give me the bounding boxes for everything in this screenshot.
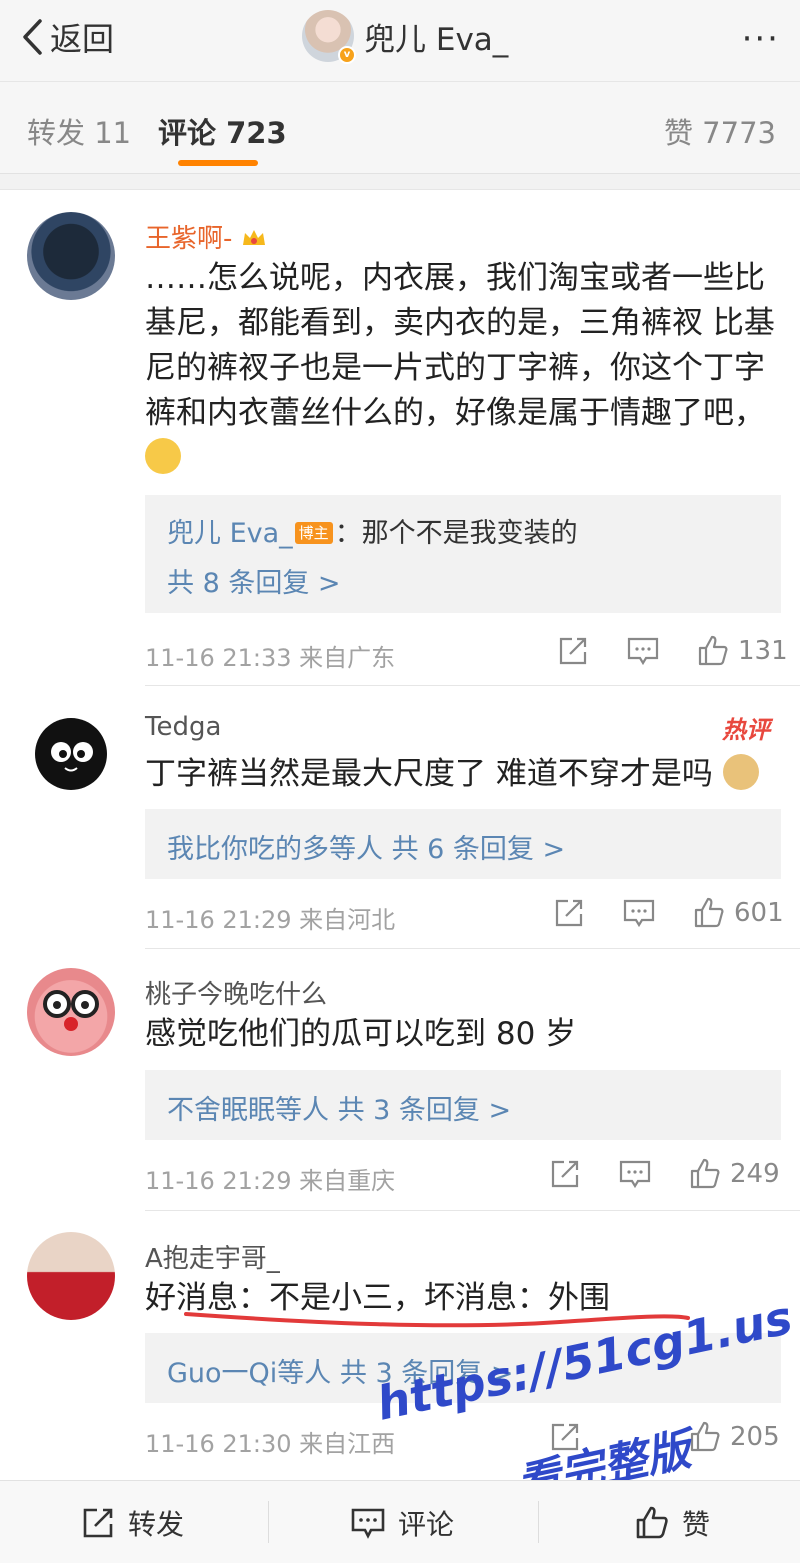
back-button[interactable]: 返回 bbox=[20, 12, 114, 62]
like-count: 601 bbox=[734, 898, 784, 928]
reply-preview[interactable]: 兜儿 Eva_ 博主 ：那个不是我变装的 bbox=[167, 511, 578, 550]
blogger-badge: 博主 bbox=[294, 522, 333, 544]
view-replies-link[interactable]: 我比你吃的多等人 共 6 条回复 > bbox=[167, 827, 565, 866]
post-author[interactable]: v 兜儿 Eva_ bbox=[302, 10, 509, 64]
share-button[interactable] bbox=[552, 896, 586, 930]
reply-author[interactable]: 兜儿 Eva_ bbox=[167, 518, 293, 549]
top-nav-bar: 返回 v 兜儿 Eva_ ··· bbox=[0, 0, 800, 82]
comment-meta: 11-16 21:29 来自河北 bbox=[145, 906, 396, 934]
repost-label: 转发 bbox=[128, 1507, 185, 1541]
back-label: 返回 bbox=[50, 20, 115, 58]
share-icon bbox=[83, 1508, 113, 1537]
divider bbox=[145, 948, 800, 949]
comment-username[interactable]: A抱走宇哥_ bbox=[145, 1238, 280, 1275]
comment-label: 评论 bbox=[398, 1507, 455, 1541]
comment-meta: 11-16 21:33 来自广东 bbox=[145, 644, 396, 672]
crown-icon bbox=[242, 230, 265, 245]
reply-button[interactable] bbox=[618, 1157, 652, 1191]
tab-bar: 转发 11 评论 723 赞 7773 bbox=[0, 82, 800, 174]
avatar[interactable] bbox=[27, 968, 115, 1056]
tab-comments[interactable]: 评论 723 bbox=[158, 110, 287, 152]
comment-text: 感觉吃他们的瓜可以吃到 80 岁 bbox=[145, 1016, 577, 1052]
repost-button[interactable]: 转发 bbox=[80, 1481, 184, 1563]
reply-box[interactable]: 不舍眠眠等人 共 3 条回复 > bbox=[145, 1070, 781, 1140]
page-title: 兜儿 Eva_ bbox=[364, 21, 509, 58]
comment-icon bbox=[619, 1160, 651, 1189]
avatar[interactable] bbox=[27, 212, 115, 300]
tab-likes[interactable]: 赞 7773 bbox=[664, 110, 776, 152]
comment-meta: 11-16 21:30 来自江西 bbox=[145, 1430, 396, 1458]
chevron-left-icon bbox=[23, 19, 42, 55]
active-tab-indicator bbox=[178, 160, 258, 166]
like-button[interactable]: 601 bbox=[692, 896, 784, 930]
comment-text-body: ……怎么说呢，内衣展，我们淘宝或者一些比基尼，都能看到，卖内衣的是，三角裤衩 比… bbox=[145, 260, 775, 431]
like-count: 249 bbox=[730, 1159, 780, 1189]
like-button[interactable]: 205 bbox=[688, 1420, 780, 1454]
tab-repost[interactable]: 转发 11 bbox=[27, 110, 131, 152]
thumbs-up-icon bbox=[694, 897, 724, 928]
avatar-image bbox=[35, 718, 107, 790]
comment-text-body: 丁字裤当然是最大尺度了 难道不穿才是吗 bbox=[145, 756, 713, 792]
like-button[interactable]: 131 bbox=[696, 634, 788, 668]
like-label: 赞 bbox=[682, 1507, 711, 1541]
divider bbox=[268, 1501, 269, 1543]
reply-button[interactable] bbox=[622, 896, 656, 930]
comment-username[interactable]: Tedga bbox=[145, 712, 221, 742]
reply-button[interactable] bbox=[626, 634, 660, 668]
share-button[interactable] bbox=[548, 1157, 582, 1191]
comment-username[interactable]: 王紫啊- bbox=[145, 218, 267, 255]
share-icon bbox=[551, 1160, 579, 1188]
share-icon bbox=[559, 637, 587, 665]
comment-text: 丁字裤当然是最大尺度了 难道不穿才是吗 bbox=[145, 752, 785, 797]
verified-icon: v bbox=[338, 46, 356, 64]
comment-icon bbox=[351, 1508, 385, 1539]
thumbs-up-icon bbox=[636, 1506, 668, 1538]
comment-text: ……怎么说呢，内衣展，我们淘宝或者一些比基尼，都能看到，卖内衣的是，三角裤衩 比… bbox=[145, 256, 785, 481]
divider bbox=[145, 1210, 800, 1211]
share-button[interactable] bbox=[556, 634, 590, 668]
reply-box[interactable]: 我比你吃的多等人 共 6 条回复 > bbox=[145, 809, 781, 879]
like-count: 205 bbox=[730, 1422, 780, 1452]
avatar[interactable] bbox=[27, 1232, 115, 1320]
reply-box[interactable]: 兜儿 Eva_ 博主 ：那个不是我变装的 共 8 条回复 > bbox=[145, 495, 781, 613]
thumbs-up-icon bbox=[698, 635, 728, 666]
like-post-button[interactable]: 赞 bbox=[634, 1481, 710, 1563]
reply-text: ：那个不是我变装的 bbox=[334, 518, 578, 549]
comment-username[interactable]: 桃子今晚吃什么 bbox=[145, 974, 327, 1011]
bottom-action-bar: 转发 评论 赞 bbox=[0, 1480, 800, 1563]
section-gap bbox=[0, 174, 800, 190]
divider bbox=[145, 685, 800, 686]
share-icon bbox=[555, 899, 583, 927]
avatar-image bbox=[43, 990, 99, 1031]
comment-button[interactable]: 评论 bbox=[350, 1481, 454, 1563]
like-button[interactable]: 249 bbox=[688, 1157, 780, 1191]
like-count: 131 bbox=[738, 636, 788, 666]
thumbs-up-icon bbox=[690, 1421, 720, 1452]
divider bbox=[538, 1501, 539, 1543]
view-replies-link[interactable]: 共 8 条回复 > bbox=[167, 561, 341, 600]
avatar[interactable] bbox=[27, 710, 115, 798]
doge-emoji-icon bbox=[722, 754, 759, 790]
comment-meta: 11-16 21:29 来自重庆 bbox=[145, 1167, 396, 1195]
thumbs-up-icon bbox=[690, 1158, 720, 1189]
comment-icon bbox=[623, 899, 655, 928]
more-options-button[interactable]: ··· bbox=[742, 22, 780, 56]
avatar[interactable]: v bbox=[302, 10, 356, 64]
laugh-cry-emoji-icon bbox=[145, 438, 181, 474]
view-replies-link[interactable]: 不舍眠眠等人 共 3 条回复 > bbox=[167, 1088, 511, 1127]
hot-comment-badge: 热评 bbox=[722, 716, 770, 744]
comment-username-text: 王紫啊- bbox=[145, 224, 233, 254]
comment-icon bbox=[627, 637, 659, 666]
